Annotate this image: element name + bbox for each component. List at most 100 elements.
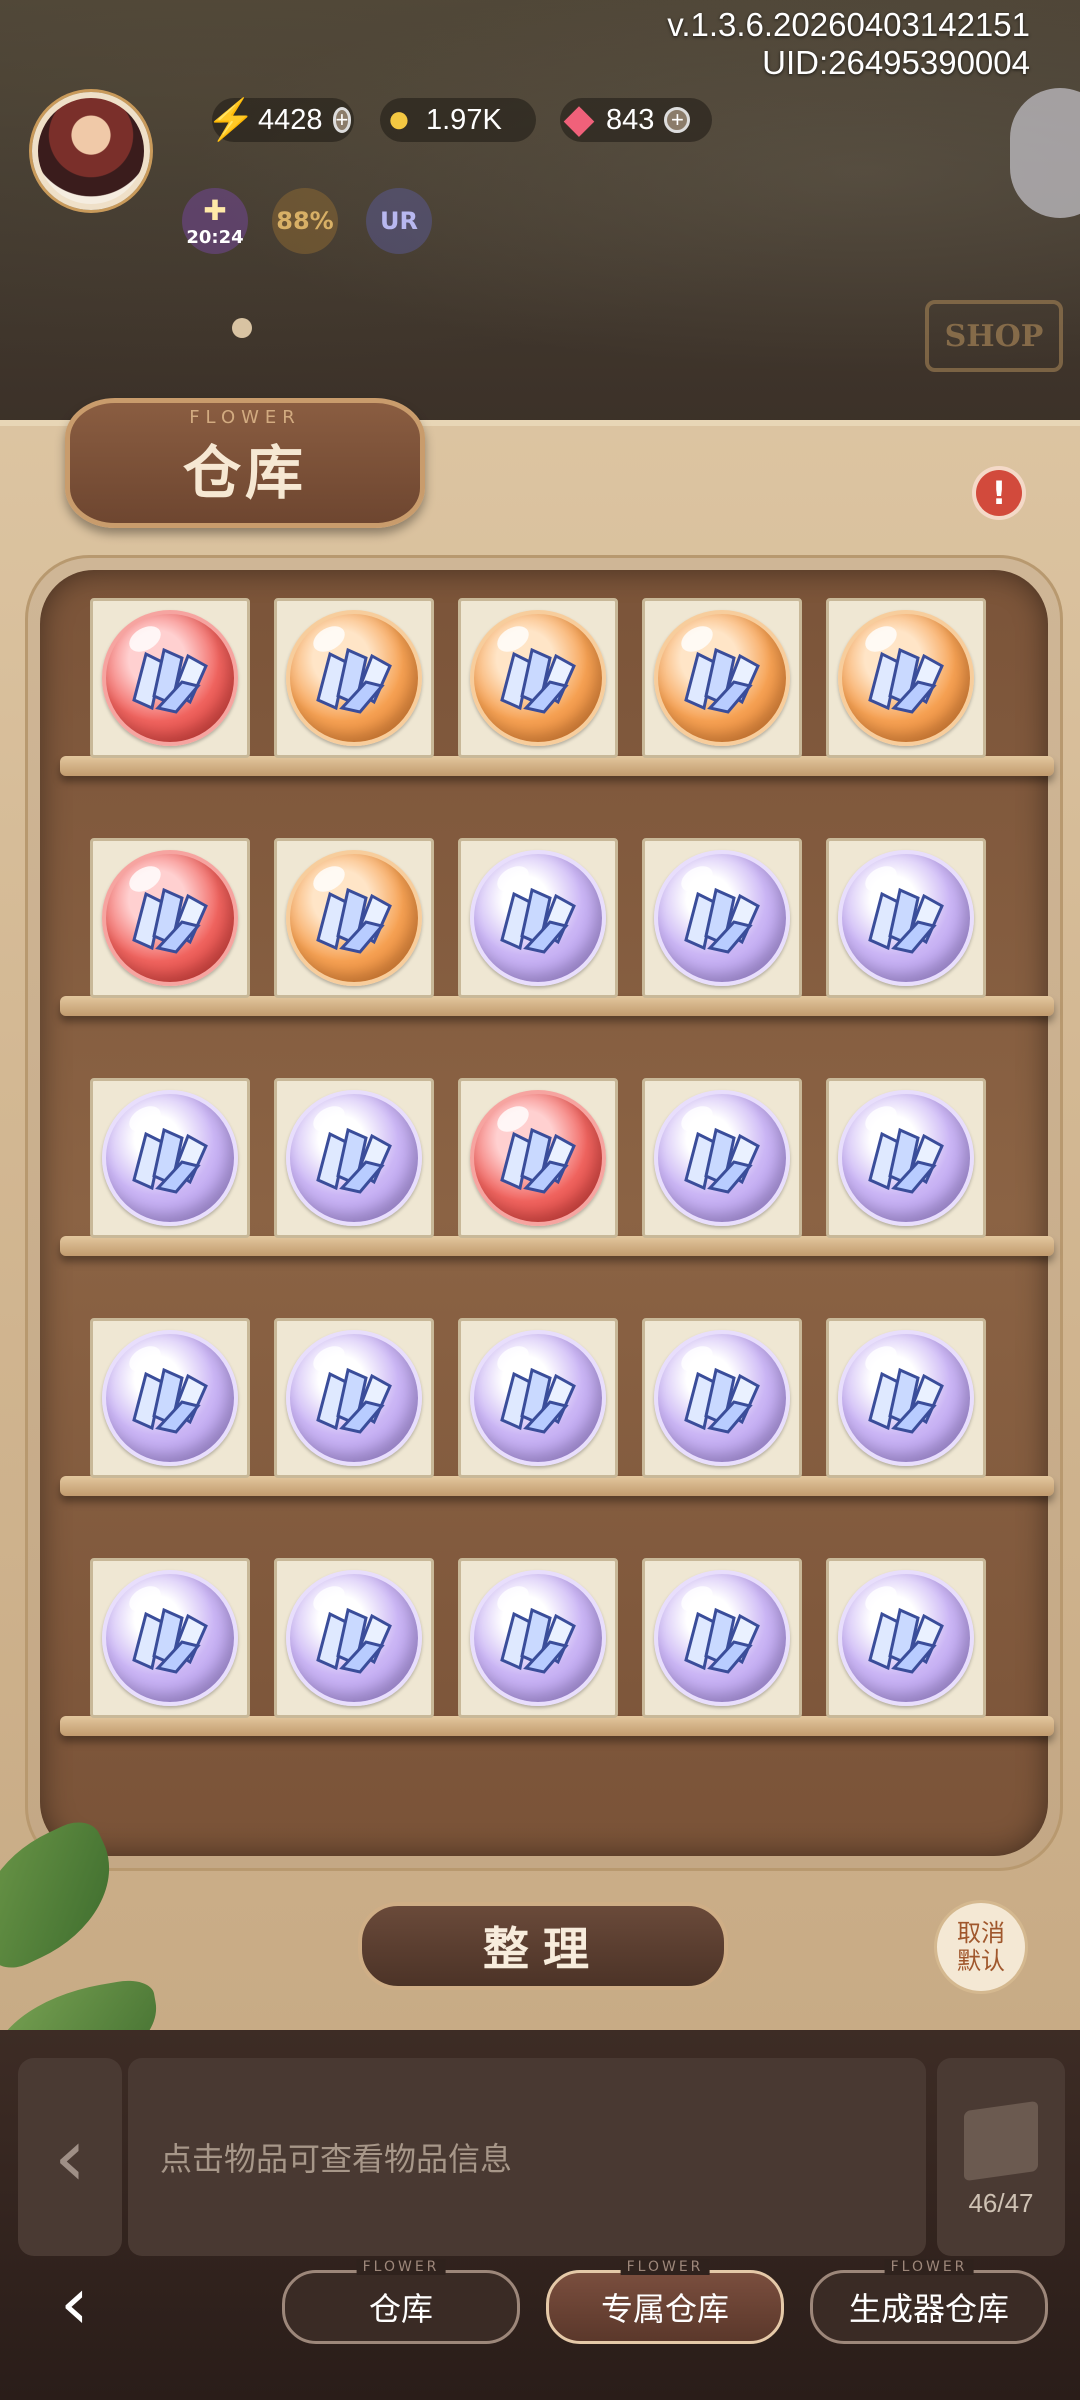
item-slot[interactable]: [642, 1558, 802, 1718]
tab-label: 仓库: [368, 2290, 433, 2328]
energy-crystal-orb-icon: [654, 610, 790, 746]
item-info-hint: 点击物品可查看物品信息: [160, 2140, 513, 2178]
gem-icon: ◆: [563, 97, 595, 141]
item-slot[interactable]: [90, 1318, 250, 1478]
energy-crystal-orb-icon: [470, 1570, 606, 1706]
shop-sign-text: SHOP: [944, 318, 1044, 354]
add-gem-button[interactable]: +: [664, 107, 691, 133]
energy-crystal-orb-icon: [654, 1330, 790, 1466]
energy-crystal-orb-icon: [470, 610, 606, 746]
tab-generator-warehouse[interactable]: FLOWER 生成器仓库: [810, 2259, 1048, 2344]
shop-sign[interactable]: SHOP: [925, 300, 1063, 372]
capacity-count: 46/47: [968, 2187, 1034, 2218]
capacity-indicator[interactable]: 46/47: [937, 2058, 1065, 2256]
coin-icon: ●: [386, 96, 412, 141]
version-info: v.1.3.6.20260403142151 UID:26495390004: [667, 6, 1030, 82]
gem-value: 843: [606, 103, 655, 136]
storage-cabinet: [25, 555, 1063, 1871]
tab-exclusive-warehouse[interactable]: FLOWER 专属仓库: [546, 2259, 784, 2344]
item-slot[interactable]: [826, 1078, 986, 1238]
chevron-left-icon: ‹: [54, 2110, 86, 2204]
item-slot[interactable]: [90, 598, 250, 758]
ur-badge[interactable]: UR: [366, 188, 432, 254]
cabinet-interior: [40, 570, 1054, 1856]
item-slot[interactable]: [274, 1558, 434, 1718]
shelf-board: [60, 1716, 1054, 1736]
add-energy-button[interactable]: +: [332, 107, 352, 133]
item-slot[interactable]: [826, 1558, 986, 1718]
energy-crystal-orb-icon: [838, 1330, 974, 1466]
lightning-icon: ⚡: [206, 97, 256, 142]
energy-crystal-orb-icon: [470, 1090, 606, 1226]
energy-crystal-orb-icon: [838, 1090, 974, 1226]
hanging-hook: [232, 318, 252, 338]
avatar[interactable]: [32, 92, 150, 210]
item-slot[interactable]: [90, 1078, 250, 1238]
item-slot[interactable]: [274, 598, 434, 758]
cancel-default-button[interactable]: 取消默认: [934, 1900, 1028, 1994]
info-back-button[interactable]: ‹: [18, 2058, 122, 2256]
energy-crystal-orb-icon: [654, 850, 790, 986]
item-slot[interactable]: [458, 1558, 618, 1718]
energy-value: 4428: [258, 103, 323, 136]
item-slot[interactable]: [458, 1078, 618, 1238]
item-slot[interactable]: [90, 1558, 250, 1718]
item-slot[interactable]: [90, 838, 250, 998]
ur-text: UR: [380, 207, 418, 235]
item-slot[interactable]: [642, 1318, 802, 1478]
item-slot[interactable]: [458, 838, 618, 998]
item-slot[interactable]: [826, 838, 986, 998]
boost-icon: ✚: [203, 194, 227, 227]
item-slot[interactable]: [458, 598, 618, 758]
version-text: v.1.3.6.20260403142151: [667, 6, 1030, 43]
coin-value: 1.97K: [426, 103, 502, 136]
energy-crystal-orb-icon: [838, 850, 974, 986]
shelf-board: [60, 756, 1054, 776]
energy-crystal-orb-icon: [470, 850, 606, 986]
energy-crystal-orb-icon: [838, 1570, 974, 1706]
item-info-box: 点击物品可查看物品信息: [128, 2058, 926, 2256]
tab-warehouse[interactable]: FLOWER 仓库: [282, 2259, 520, 2344]
percent-text: 88%: [276, 207, 334, 235]
boost-timer-badge[interactable]: ✚ 20:24: [182, 188, 248, 254]
energy-crystal-orb-icon: [838, 610, 974, 746]
energy-crystal-orb-icon: [102, 1330, 238, 1466]
side-menu-button[interactable]: [1010, 88, 1080, 218]
title-caption: FLOWER: [189, 406, 301, 428]
boost-timer: 20:24: [186, 227, 244, 248]
energy-crystal-orb-icon: [286, 850, 422, 986]
item-slot[interactable]: [642, 838, 802, 998]
item-slot[interactable]: [826, 1318, 986, 1478]
page-title: 仓库: [182, 438, 307, 507]
tab-caption: FLOWER: [620, 2259, 710, 2275]
energy-crystal-orb-icon: [286, 1570, 422, 1706]
back-button[interactable]: ‹: [60, 2266, 120, 2340]
shelf-board: [60, 996, 1054, 1016]
chevron-left-icon: ‹: [60, 2261, 89, 2345]
item-slot[interactable]: [826, 598, 986, 758]
sort-button[interactable]: 整理: [358, 1902, 728, 1990]
tab-label: 专属仓库: [600, 2290, 729, 2328]
item-slot[interactable]: [274, 1078, 434, 1238]
item-slot[interactable]: [274, 838, 434, 998]
item-slot[interactable]: [458, 1318, 618, 1478]
item-slot[interactable]: [274, 1318, 434, 1478]
percent-badge[interactable]: 88%: [272, 188, 338, 254]
item-slot[interactable]: [642, 598, 802, 758]
tab-label: 生成器仓库: [848, 2290, 1009, 2328]
energy-crystal-orb-icon: [102, 1570, 238, 1706]
warehouse-title-plate: FLOWER 仓库: [65, 398, 425, 528]
energy-crystal-orb-icon: [654, 1570, 790, 1706]
uid-text: UID:26495390004: [762, 44, 1030, 81]
energy-crystal-orb-icon: [102, 850, 238, 986]
energy-crystal-orb-icon: [470, 1330, 606, 1466]
energy-crystal-orb-icon: [286, 610, 422, 746]
energy-crystal-orb-icon: [654, 1090, 790, 1226]
alert-icon[interactable]: !: [976, 470, 1022, 516]
gem-counter: ◆ 843 +: [560, 97, 712, 142]
cancel-default-label: 取消默认: [957, 1919, 1005, 1975]
energy-counter: ⚡ 4428 +: [206, 98, 354, 142]
item-slot[interactable]: [642, 1078, 802, 1238]
tab-caption: FLOWER: [884, 2259, 974, 2275]
box-icon: [964, 2100, 1038, 2181]
